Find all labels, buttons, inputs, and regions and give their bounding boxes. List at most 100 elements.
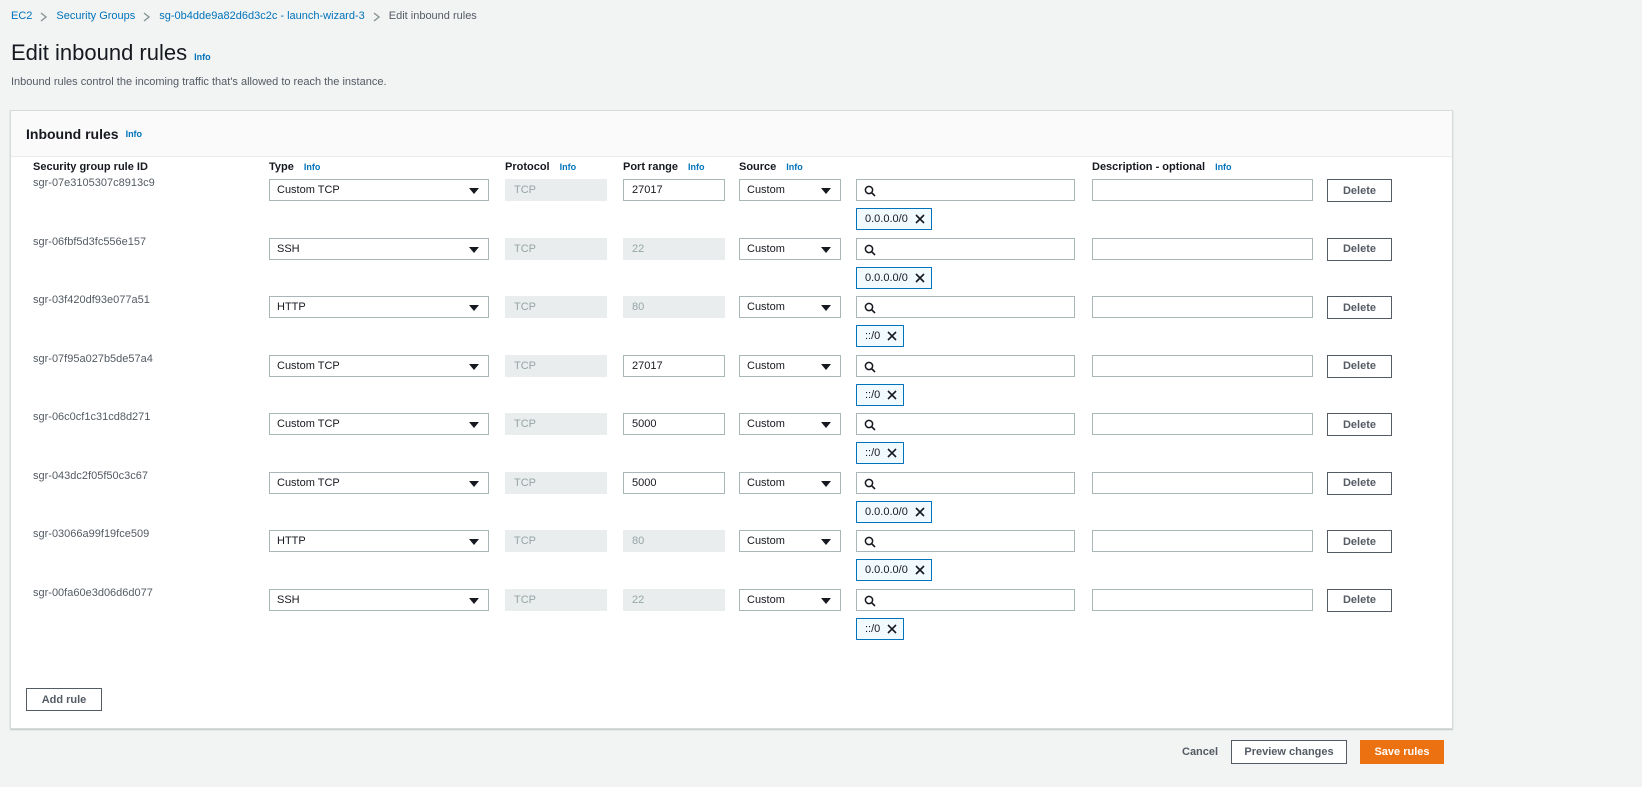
page-description: Inbound rules control the incoming traff…: [11, 76, 387, 88]
port-range-info-link[interactable]: Info: [688, 162, 705, 172]
description-input[interactable]: [1092, 179, 1313, 201]
type-select[interactable]: HTTP: [269, 530, 489, 552]
source-search-input[interactable]: [856, 588, 1075, 611]
delete-rule-button[interactable]: Delete: [1327, 237, 1392, 261]
breadcrumb-security-groups[interactable]: Security Groups: [56, 10, 135, 22]
search-icon: [864, 536, 876, 548]
delete-rule-button[interactable]: Delete: [1327, 179, 1392, 202]
search-icon: [864, 185, 876, 197]
description-input[interactable]: [1092, 354, 1313, 377]
source-select[interactable]: Custom: [739, 296, 841, 318]
breadcrumb-security-group[interactable]: sg-0b4dde9a82d6d3c2c - launch-wizard-3: [159, 10, 364, 22]
type-select-value: SSH: [277, 242, 300, 255]
cancel-button[interactable]: Cancel: [1182, 746, 1218, 758]
source-select[interactable]: Custom: [739, 413, 841, 435]
caret-down-icon: [469, 480, 479, 487]
cidr-value: ::/0: [865, 330, 881, 342]
port-range-value: 80: [632, 535, 645, 547]
source-select[interactable]: Custom: [739, 471, 841, 494]
source-cidr-token: ::/0: [856, 325, 905, 347]
source-cidr-token: ::/0: [856, 617, 905, 640]
cidr-value: ::/0: [865, 388, 881, 401]
port-range-field: 80: [623, 296, 725, 318]
delete-rule-button[interactable]: Delete: [1327, 471, 1392, 495]
type-select[interactable]: SSH: [269, 588, 489, 611]
panel-title: Inbound rules: [26, 125, 119, 142]
description-input[interactable]: [1092, 530, 1313, 552]
port-range-field[interactable]: 5000: [623, 471, 725, 494]
port-range-field[interactable]: 27017: [623, 179, 725, 201]
close-icon[interactable]: [887, 448, 897, 458]
column-port-range: Port range Info: [623, 161, 705, 173]
description-input[interactable]: [1092, 588, 1313, 611]
source-select[interactable]: Custom: [739, 530, 841, 552]
type-select[interactable]: Custom TCP: [269, 413, 489, 435]
search-icon: [864, 595, 876, 607]
delete-rule-button[interactable]: Delete: [1327, 530, 1392, 553]
description-input[interactable]: [1092, 471, 1313, 494]
type-select-value: Custom TCP: [277, 418, 340, 430]
port-range-field[interactable]: 5000: [623, 413, 725, 435]
close-icon[interactable]: [915, 506, 925, 517]
protocol-info-link[interactable]: Info: [560, 162, 577, 172]
source-search-input[interactable]: [856, 179, 1075, 201]
type-select[interactable]: Custom TCP: [269, 471, 489, 494]
source-select[interactable]: Custom: [739, 588, 841, 611]
source-select[interactable]: Custom: [739, 179, 841, 201]
type-select[interactable]: Custom TCP: [269, 354, 489, 377]
column-protocol-label: Protocol: [505, 161, 550, 173]
source-select-value: Custom: [747, 418, 785, 430]
protocol-value: TCP: [514, 535, 536, 547]
preview-changes-button[interactable]: Preview changes: [1231, 740, 1347, 764]
close-icon[interactable]: [915, 565, 925, 575]
description-info-link[interactable]: Info: [1215, 162, 1232, 172]
source-select[interactable]: Custom: [739, 237, 841, 260]
cidr-value: ::/0: [865, 622, 881, 635]
source-info-link[interactable]: Info: [786, 162, 803, 172]
description-input[interactable]: [1092, 237, 1313, 260]
source-search-input[interactable]: [856, 413, 1075, 435]
column-protocol: Protocol Info: [505, 161, 576, 173]
port-range-value: 22: [632, 242, 645, 255]
description-input[interactable]: [1092, 413, 1313, 435]
column-port-range-label: Port range: [623, 161, 679, 173]
close-icon[interactable]: [915, 214, 925, 224]
type-info-link[interactable]: Info: [304, 162, 321, 172]
delete-rule-button[interactable]: Delete: [1327, 588, 1392, 612]
delete-rule-button[interactable]: Delete: [1327, 296, 1392, 319]
protocol-field: TCP: [505, 530, 607, 552]
cidr-value: 0.0.0.0/0: [865, 213, 908, 225]
type-select[interactable]: SSH: [269, 237, 489, 260]
breadcrumb-ec2[interactable]: EC2: [11, 10, 32, 22]
rule-row: sgr-07f95a027b5de57a4 Custom TCP TCP 270…: [11, 353, 1452, 416]
source-search-input[interactable]: [856, 471, 1075, 494]
close-icon[interactable]: [887, 623, 897, 634]
close-icon[interactable]: [887, 389, 897, 400]
rule-row: sgr-043dc2f05f50c3c67 Custom TCP TCP 500…: [11, 470, 1452, 533]
source-search-input[interactable]: [856, 296, 1075, 318]
panel-info-link[interactable]: Info: [126, 129, 143, 139]
type-select[interactable]: HTTP: [269, 296, 489, 318]
description-input[interactable]: [1092, 296, 1313, 318]
page-info-link[interactable]: Info: [194, 52, 211, 62]
caret-down-icon: [469, 539, 479, 545]
source-search-input[interactable]: [856, 354, 1075, 377]
source-search-input[interactable]: [856, 530, 1075, 552]
add-rule-button[interactable]: Add rule: [26, 688, 102, 711]
source-select[interactable]: Custom: [739, 354, 841, 377]
delete-rule-button[interactable]: Delete: [1327, 354, 1392, 378]
protocol-field: TCP: [505, 354, 607, 377]
save-rules-button[interactable]: Save rules: [1360, 740, 1444, 764]
cidr-value: ::/0: [865, 447, 881, 459]
type-select-value: HTTP: [277, 301, 306, 313]
close-icon[interactable]: [915, 272, 925, 283]
port-range-field[interactable]: 27017: [623, 354, 725, 377]
type-select-value: Custom TCP: [277, 476, 340, 489]
type-select[interactable]: Custom TCP: [269, 179, 489, 201]
delete-rule-button[interactable]: Delete: [1327, 413, 1392, 436]
rule-id: sgr-00fa60e3d06d6d077: [33, 586, 153, 599]
protocol-value: TCP: [514, 301, 536, 313]
close-icon[interactable]: [887, 331, 897, 341]
chevron-right-icon: [139, 9, 155, 23]
source-search-input[interactable]: [856, 237, 1075, 260]
